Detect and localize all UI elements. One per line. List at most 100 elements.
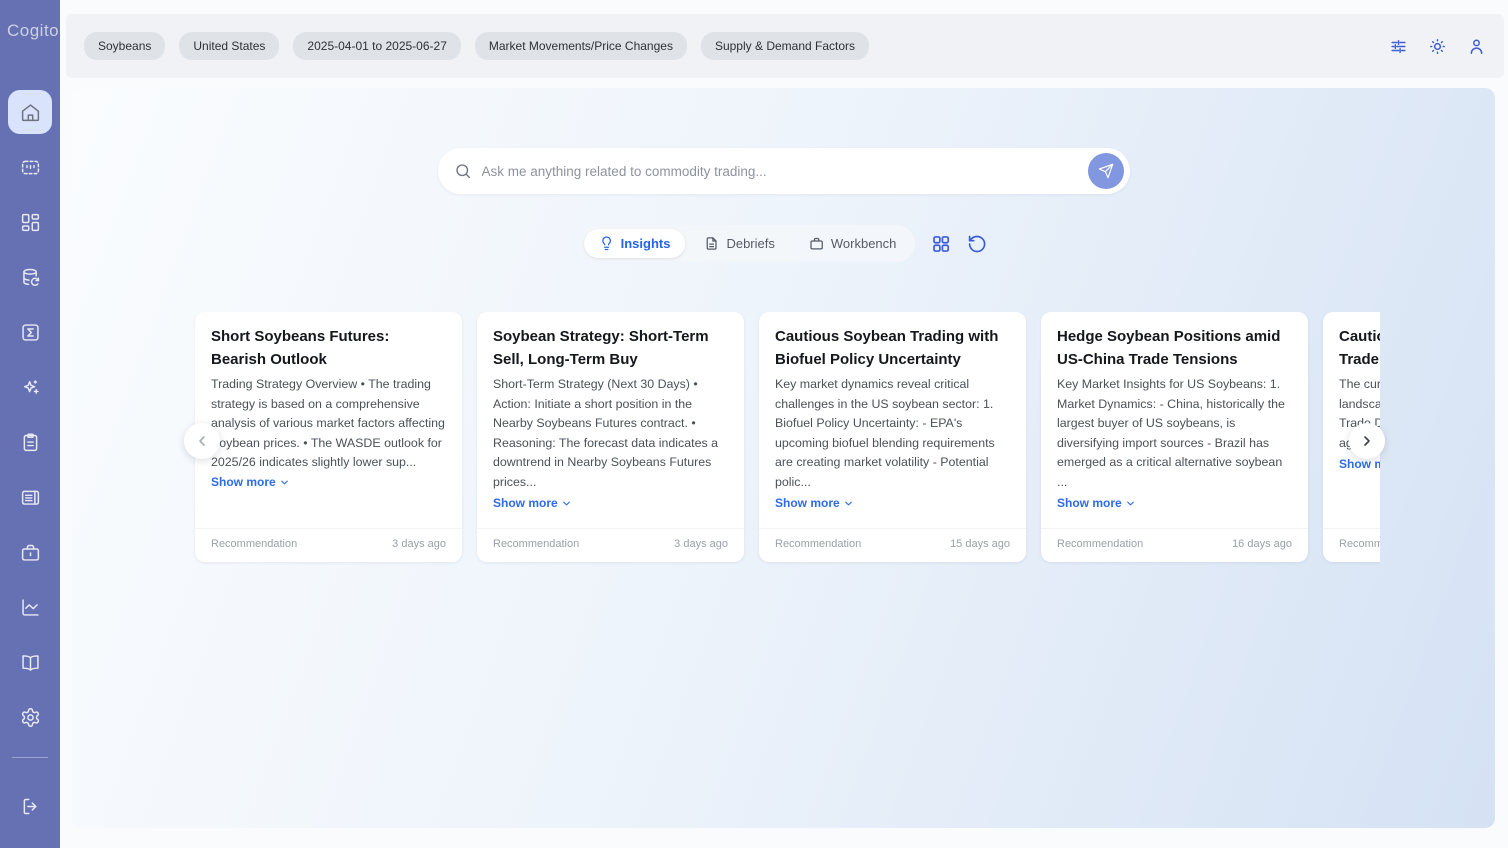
tabs: Insights Debriefs Workbench xyxy=(580,225,916,262)
filter-chip-region[interactable]: United States xyxy=(179,32,279,60)
chevron-down-icon xyxy=(843,498,854,509)
sidebar-item-logout[interactable] xyxy=(8,784,52,828)
view-switcher-row: Insights Debriefs Workbench xyxy=(580,225,988,262)
card-type-label: Recommendation xyxy=(1057,538,1143,550)
card-timestamp: 16 days ago xyxy=(1232,538,1292,550)
card-body: Short-Term Strategy (Next 30 Days) • Act… xyxy=(493,375,728,514)
tab-insights[interactable]: Insights xyxy=(584,229,686,258)
sidebar-item-data-sync[interactable] xyxy=(8,255,52,299)
dashboard-icon xyxy=(20,212,41,233)
chevron-right-icon xyxy=(1359,433,1375,449)
sidebar-nav xyxy=(8,90,52,739)
chevron-down-icon xyxy=(561,498,572,509)
tab-debriefs[interactable]: Debriefs xyxy=(689,229,789,258)
chevron-down-icon xyxy=(279,477,290,488)
carousel-track: Short Soybeans Futures: Bearish Outlook … xyxy=(190,312,1380,562)
home-icon xyxy=(20,102,41,123)
insight-carousel: Short Soybeans Futures: Bearish Outlook … xyxy=(190,312,1380,568)
card-timestamp: 3 days ago xyxy=(674,538,728,550)
sidebar-item-charts[interactable] xyxy=(8,585,52,629)
filter-chip-topic-supply[interactable]: Supply & Demand Factors xyxy=(701,32,869,60)
logout-icon xyxy=(20,796,41,817)
sparkles-icon xyxy=(20,377,41,398)
theme-sun-icon[interactable] xyxy=(1428,37,1447,56)
scan-region-icon xyxy=(20,157,41,178)
card-type-label: Recommendation xyxy=(211,538,297,550)
card-body: Key market dynamics reveal critical chal… xyxy=(775,375,1010,514)
search-bar xyxy=(438,148,1130,194)
show-more-link[interactable]: Show more xyxy=(1339,455,1380,475)
insight-card[interactable]: Hedge Soybean Positions amid US-China Tr… xyxy=(1041,312,1308,562)
view-actions xyxy=(931,234,987,254)
user-icon[interactable] xyxy=(1467,37,1486,56)
search-icon xyxy=(454,162,472,180)
line-chart-icon xyxy=(20,597,41,618)
insight-card[interactable]: Cautious Soybean Trading with Biofuel Po… xyxy=(759,312,1026,562)
show-more-link[interactable]: Show more xyxy=(493,494,728,514)
send-icon xyxy=(1098,163,1114,179)
topbar: Soybeans United States 2025-04-01 to 202… xyxy=(66,14,1504,78)
refresh-icon[interactable] xyxy=(967,234,987,254)
database-sync-icon xyxy=(20,267,41,288)
tab-workbench[interactable]: Workbench xyxy=(794,229,912,258)
clipboard-icon xyxy=(20,432,41,453)
topbar-actions xyxy=(1389,37,1486,56)
card-footer: Recommendation 15 days ago xyxy=(759,528,1026,562)
card-footer: Recommendation 3 days ago xyxy=(477,528,744,562)
sidebar-item-scan[interactable] xyxy=(8,145,52,189)
main-panel: Insights Debriefs Workbench xyxy=(72,88,1495,828)
card-body: Trading Strategy Overview • The trading … xyxy=(211,375,446,492)
filter-sliders-icon[interactable] xyxy=(1389,37,1408,56)
briefcase-icon xyxy=(809,236,824,251)
sidebar-item-dashboard[interactable] xyxy=(8,200,52,244)
card-title: Soybean Strategy: Short-Term Sell, Long-… xyxy=(493,325,728,371)
gear-icon xyxy=(20,707,41,728)
card-title: Hedge Soybean Positions amid US-China Tr… xyxy=(1057,325,1292,371)
show-more-link[interactable]: Show more xyxy=(1057,494,1292,514)
chevron-down-icon xyxy=(1125,498,1136,509)
insight-card[interactable]: Short Soybeans Futures: Bearish Outlook … xyxy=(195,312,462,562)
filter-chip-commodity[interactable]: Soybeans xyxy=(84,32,165,60)
sidebar-item-formulas[interactable] xyxy=(8,310,52,354)
app-logo: Cogito xyxy=(7,21,63,41)
filter-chip-topic-market[interactable]: Market Movements/Price Changes xyxy=(475,32,687,60)
search-input[interactable] xyxy=(482,164,1088,179)
sidebar-item-library[interactable] xyxy=(8,640,52,684)
sidebar-item-ai[interactable] xyxy=(8,365,52,409)
sidebar-item-news[interactable] xyxy=(8,475,52,519)
card-timestamp: 3 days ago xyxy=(392,538,446,550)
show-more-link[interactable]: Show more xyxy=(211,473,290,493)
tab-insights-label: Insights xyxy=(621,236,671,251)
card-body: Key Market Insights for US Soybeans: 1. … xyxy=(1057,375,1292,514)
card-title: Cautious Soybean Trading with Biofuel Po… xyxy=(775,325,1010,371)
card-title: Short Soybeans Futures: Bearish Outlook xyxy=(211,325,446,371)
card-footer: Recommenda xyxy=(1323,528,1380,562)
grid-view-icon[interactable] xyxy=(931,234,951,254)
card-type-label: Recommenda xyxy=(1339,538,1380,550)
carousel-next-button[interactable] xyxy=(1349,423,1385,459)
chevron-left-icon xyxy=(194,433,210,449)
sidebar-item-settings[interactable] xyxy=(8,695,52,739)
sigma-icon xyxy=(20,322,41,343)
card-footer: Recommendation 16 days ago xyxy=(1041,528,1308,562)
lightbulb-icon xyxy=(599,236,614,251)
card-type-label: Recommendation xyxy=(493,538,579,550)
card-type-label: Recommendation xyxy=(775,538,861,550)
briefcase-icon xyxy=(20,542,41,563)
sidebar-item-home[interactable] xyxy=(8,90,52,134)
insight-card[interactable]: Soybean Strategy: Short-Term Sell, Long-… xyxy=(477,312,744,562)
sidebar-item-portfolio[interactable] xyxy=(8,530,52,574)
tab-debriefs-label: Debriefs xyxy=(726,236,774,251)
sidebar-divider xyxy=(12,757,48,758)
card-footer: Recommendation 3 days ago xyxy=(195,528,462,562)
book-open-icon xyxy=(20,652,41,673)
sidebar-item-tasks[interactable] xyxy=(8,420,52,464)
send-button[interactable] xyxy=(1088,153,1124,189)
filter-chip-date-range[interactable]: 2025-04-01 to 2025-06-27 xyxy=(293,32,460,60)
card-title: Cautious Trade Unc xyxy=(1339,325,1380,371)
newspaper-icon xyxy=(20,487,41,508)
file-text-icon xyxy=(704,236,719,251)
show-more-link[interactable]: Show more xyxy=(775,494,1010,514)
tab-workbench-label: Workbench xyxy=(831,236,897,251)
carousel-prev-button[interactable] xyxy=(184,423,220,459)
